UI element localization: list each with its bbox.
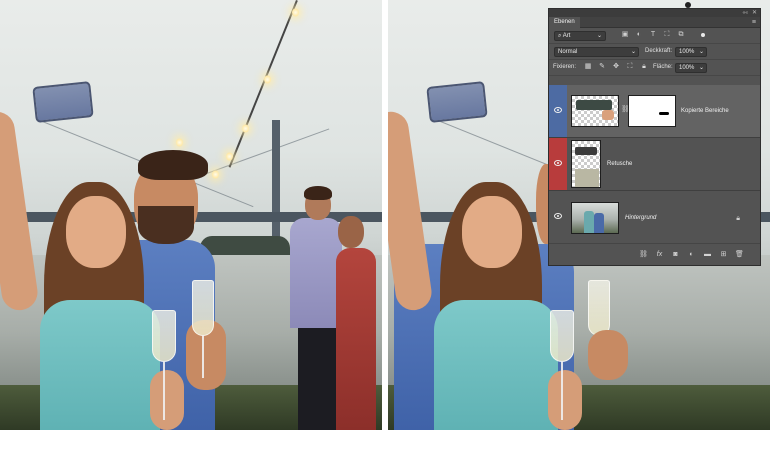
layer-row[interactable]: Retusche [549,138,760,191]
blend-mode-select[interactable]: Normal ⌄ [554,47,639,57]
layer-row[interactable]: Hintergrund 🔒︎ [549,191,760,244]
layer-thumbnail [571,202,619,234]
visibility-eye-icon[interactable] [554,160,562,166]
layer-thumbnail [571,95,619,127]
image-filter-icon[interactable]: ▣ [621,31,629,39]
lock-row: Fixieren: ▦ ✎ ✥ ⛶ 🔒︎ Fläche: 100% ⌄ [549,60,760,76]
adjustment-filter-icon[interactable]: ◐ [635,31,643,39]
chevron-down-icon: ⌄ [596,33,602,39]
layer-name: Hintergrund [625,215,657,221]
opacity-value: 100% [679,49,695,55]
lock-label: Fixieren: [553,64,577,70]
layer-filter-row: ⌕ Art ⌄ ▣ ◐ T ⛶ ⧉ [549,28,760,44]
adjustment-layer-icon[interactable]: ◐ [687,250,696,259]
opacity-field[interactable]: 100% ⌄ [675,47,707,57]
fx-icon[interactable]: fx [655,250,664,259]
filter-kind-select[interactable]: ⌕ Art ⌄ [554,31,606,41]
add-mask-icon[interactable]: ◙ [671,250,680,259]
new-layer-icon[interactable]: ⊞ [719,250,728,259]
lock-icon: 🔒︎ [736,215,740,222]
close-icon[interactable]: ✕ [752,9,757,16]
chevron-down-icon: ⌄ [698,65,704,71]
delete-icon[interactable]: 🗑︎ [735,250,744,259]
lock-image-icon[interactable]: ✎ [598,63,606,71]
chevron-down-icon: ⌄ [630,49,636,55]
group-icon[interactable]: ▬ [703,250,712,259]
photo-before [0,0,382,430]
filter-toggle-icon[interactable] [701,33,705,37]
layer-name: Retusche [607,161,633,167]
smartobject-filter-icon[interactable]: ⧉ [677,31,685,39]
lock-position-icon[interactable]: ✥ [612,63,620,71]
layer-thumbnail [571,140,601,188]
opacity-label: Deckkraft: [645,48,673,54]
shape-filter-icon[interactable]: ⛶ [663,31,671,39]
collapse-icon[interactable]: «« [742,10,748,16]
panel-titlebar: «« ✕ [549,9,760,17]
panel-menu-icon[interactable]: ≡ [752,19,756,26]
comparison-canvas: «« ✕ Ebenen ≡ ⌕ Art ⌄ ▣ ◐ T ⛶ ⧉ Normal ⌄… [0,0,770,458]
chevron-down-icon: ⌄ [698,49,704,55]
layers-panel: «« ✕ Ebenen ≡ ⌕ Art ⌄ ▣ ◐ T ⛶ ⧉ Normal ⌄… [548,8,761,266]
visibility-eye-icon[interactable] [554,213,562,219]
link-icon[interactable]: ⛓ [639,250,648,259]
fill-value: 100% [679,65,695,71]
blend-mode-value: Normal [558,49,578,55]
layer-mask-thumbnail[interactable] [628,95,676,127]
panel-bottom-toolbar: ⛓ fx ◙ ◐ ▬ ⊞ 🗑︎ [549,243,760,265]
lock-artboard-icon[interactable]: ⛶ [626,63,634,71]
fill-label: Fläche: [653,64,673,70]
layer-row[interactable]: ⛓ Kopierte Bereiche [549,85,760,138]
panel-tabbar: Ebenen ≡ [549,17,760,28]
lock-all-icon[interactable]: 🔒︎ [640,63,648,71]
visibility-eye-icon[interactable] [554,107,562,113]
lock-transparent-icon[interactable]: ▦ [584,63,592,71]
layer-name: Kopierte Bereiche [681,108,729,114]
type-filter-icon[interactable]: T [649,31,657,39]
blend-row: Normal ⌄ Deckkraft: 100% ⌄ [549,44,760,60]
tab-layers[interactable]: Ebenen [549,17,580,28]
fill-field[interactable]: 100% ⌄ [675,63,707,73]
filter-kind-label: Art [562,33,571,39]
